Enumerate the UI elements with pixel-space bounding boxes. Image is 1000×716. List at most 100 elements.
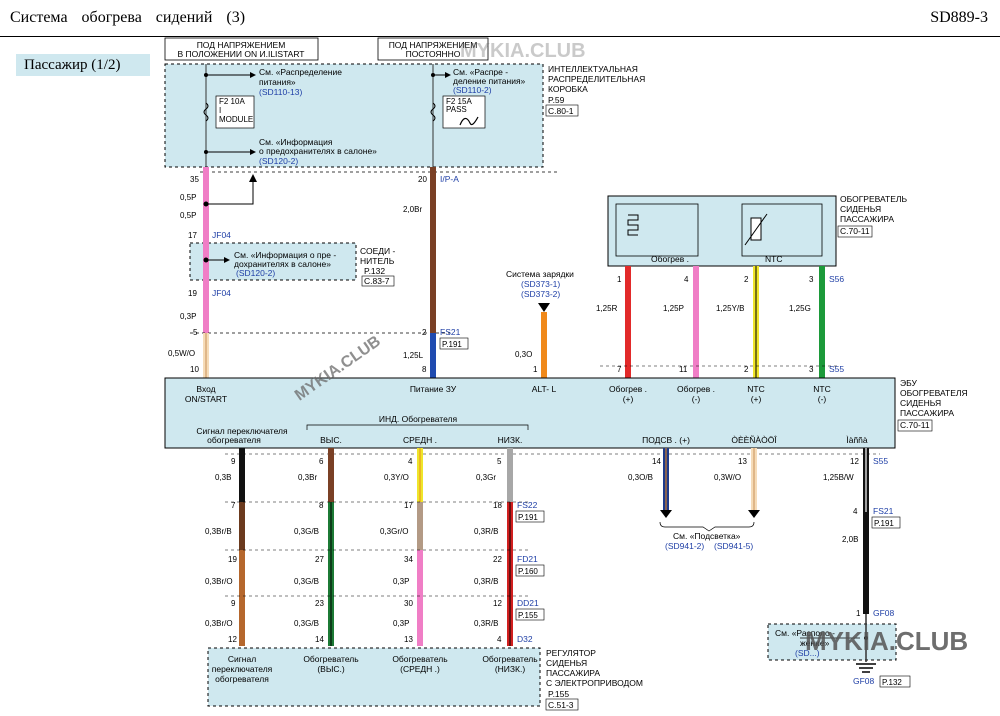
- fuse2-line-2: PASS: [446, 105, 467, 114]
- size-05p-1: 0,5P: [180, 193, 196, 202]
- code-ip-a: I/P-A: [440, 174, 459, 184]
- pin-7-heat: 7: [617, 365, 622, 374]
- gnd-size-2: 2,0B: [842, 535, 858, 544]
- dim-arrow: [748, 510, 760, 518]
- charging-arrow: [538, 303, 550, 312]
- ecu-ntc-n-label-1: NTC: [813, 384, 830, 394]
- c4-size-2: 0,3R/B: [474, 527, 498, 536]
- gnd-pin-12: 12: [850, 457, 859, 466]
- size-125yb: 1,25Y/B: [716, 304, 744, 313]
- pin-3-ntc: 3: [809, 275, 814, 284]
- pin-10: 10: [190, 365, 199, 374]
- c1-pin-2: 7: [231, 501, 236, 510]
- ecu-heat-p-label-1: Обогрев .: [609, 384, 647, 394]
- ecu-ntc-p-label-1: NTC: [747, 384, 764, 394]
- c3-pin-1: 4: [408, 457, 413, 466]
- charging-ref-2: (SD373-2): [521, 289, 560, 299]
- code-s56: S56: [829, 274, 844, 284]
- ecu-illum-label: ПОДСВ . (+): [642, 435, 690, 445]
- ecu-name-1: ЭБУ: [900, 378, 917, 388]
- illum-arrow: [660, 510, 672, 518]
- ecu-input-label-1: Вход: [196, 384, 215, 394]
- size-05wo: 0,5W/O: [168, 349, 195, 358]
- sm-label-3a: Обогреватель: [392, 654, 448, 664]
- ecu-name-2: ОБОГРЕВАТЕЛЯ: [900, 388, 968, 398]
- size-125p: 1,25P: [663, 304, 684, 313]
- c2-size-1: 0,3Br: [298, 473, 317, 482]
- ign-power-label-b: В ПОЛОЖЕНИИ ON И.ILISTART: [177, 49, 304, 59]
- bat-power-label-b: ПОСТОЯННО: [406, 49, 461, 59]
- connector-conn: С.83-7: [364, 276, 390, 286]
- sm-conn: С.51-3: [548, 700, 574, 710]
- gnd-code-s55: S55: [873, 456, 888, 466]
- c1-size-4: 0,3Br/O: [205, 619, 233, 628]
- wiring-diagram: ПОД НАПРЯЖЕНИЕМ В ПОЛОЖЕНИИ ON И.ILISTAR…: [164, 37, 968, 711]
- code-s55-1: S55: [829, 364, 844, 374]
- ecu-name-3: СИДЕНЬЯ: [900, 398, 941, 408]
- c2-pin-4: 23: [315, 599, 324, 608]
- splice-dot-1: [204, 73, 208, 77]
- code-fs21-1: FS21: [440, 327, 461, 337]
- pin-35: 35: [190, 175, 199, 184]
- dim-pin: 13: [738, 457, 747, 466]
- c4-pin-5: 4: [497, 635, 502, 644]
- connector-name-2: НИТЕЛЬ: [360, 256, 395, 266]
- size-125g: 1,25G: [789, 304, 811, 313]
- sm-label-3b: (СРЕДН .): [400, 664, 440, 674]
- sm-label-4b: (НИЗК.): [495, 664, 526, 674]
- c4-pin-2: 18: [493, 501, 502, 510]
- c2-size-2: 0,3G/B: [294, 527, 319, 536]
- c1-size-3: 0,3Br/O: [205, 577, 233, 586]
- c4-pin-1: 5: [497, 457, 502, 466]
- pin-11-heat: 11: [679, 365, 688, 374]
- ecu-mid-label: СРЕДН .: [403, 435, 437, 445]
- ecu-heat-n-label-1: Обогрев .: [677, 384, 715, 394]
- c3-size-3: 0,3P: [393, 577, 409, 586]
- ecu-box: [164, 377, 896, 449]
- watermark-right: MYKIA.CLUB: [805, 626, 969, 656]
- c1-pin-1: 9: [231, 457, 236, 466]
- size-03o: 0,3O: [515, 350, 532, 359]
- ecu-power-label: Питание ЗУ: [410, 384, 457, 394]
- ecu-input-label-2: ON/START: [185, 394, 227, 404]
- c3-size-4: 0,3P: [393, 619, 409, 628]
- page-p191-1: P.191: [442, 340, 462, 349]
- page-title: Система обогрева сидений (3): [10, 9, 246, 26]
- illum-pin: 14: [652, 457, 661, 466]
- c4-pin-4: 12: [493, 599, 502, 608]
- ecu-low-label: НИЗК.: [498, 435, 523, 445]
- ref-power1-code: (SD110-13): [259, 87, 302, 97]
- pin-1-heat: 1: [617, 275, 622, 284]
- sm-label-1a: Сигнал: [228, 654, 256, 664]
- c3-size-2: 0,3Gr/O: [380, 527, 408, 536]
- ecu-conn: С.70-11: [900, 420, 930, 430]
- watermark-top: MYKIA.CLUB: [460, 40, 586, 62]
- splice-dot-4: [203, 201, 209, 207]
- size-03p: 0,3P: [180, 312, 196, 321]
- c1-size-2: 0,3Br/B: [205, 527, 232, 536]
- c3-pin-2: 17: [404, 501, 413, 510]
- pin-4-heat: 4: [684, 275, 689, 284]
- illum-ref-label: См. «Подсветка»: [673, 531, 741, 541]
- c2-pin-3: 27: [315, 555, 324, 564]
- gnd-page: P.191: [874, 519, 894, 528]
- c3-pin-3: 34: [404, 555, 413, 564]
- page-code: SD889-3: [930, 9, 988, 26]
- c2-pin-5: 14: [315, 635, 324, 644]
- sm-label-4a: Обогреватель: [482, 654, 538, 664]
- sm-label-2b: (ВЫС.): [317, 664, 345, 674]
- illum-ref-1: (SD941-2): [665, 541, 704, 551]
- c4-size-1: 0,3Gr: [476, 473, 496, 482]
- ecu-name-4: ПАССАЖИРА: [900, 408, 954, 418]
- size-125r: 1,25R: [596, 304, 618, 313]
- c4-page-2: P.160: [518, 567, 538, 576]
- ntc-label: NTC: [765, 254, 782, 264]
- c2-pin-1: 6: [319, 457, 324, 466]
- c1-pin-5: 12: [228, 635, 237, 644]
- c3-size-1: 0,3Y/O: [384, 473, 409, 482]
- c4-code-3: DD21: [517, 598, 539, 608]
- c3-pin-5: 13: [404, 635, 413, 644]
- pin-19: 19: [188, 289, 197, 298]
- c3-pin-4: 30: [404, 599, 413, 608]
- c2-pin-2: 8: [319, 501, 324, 510]
